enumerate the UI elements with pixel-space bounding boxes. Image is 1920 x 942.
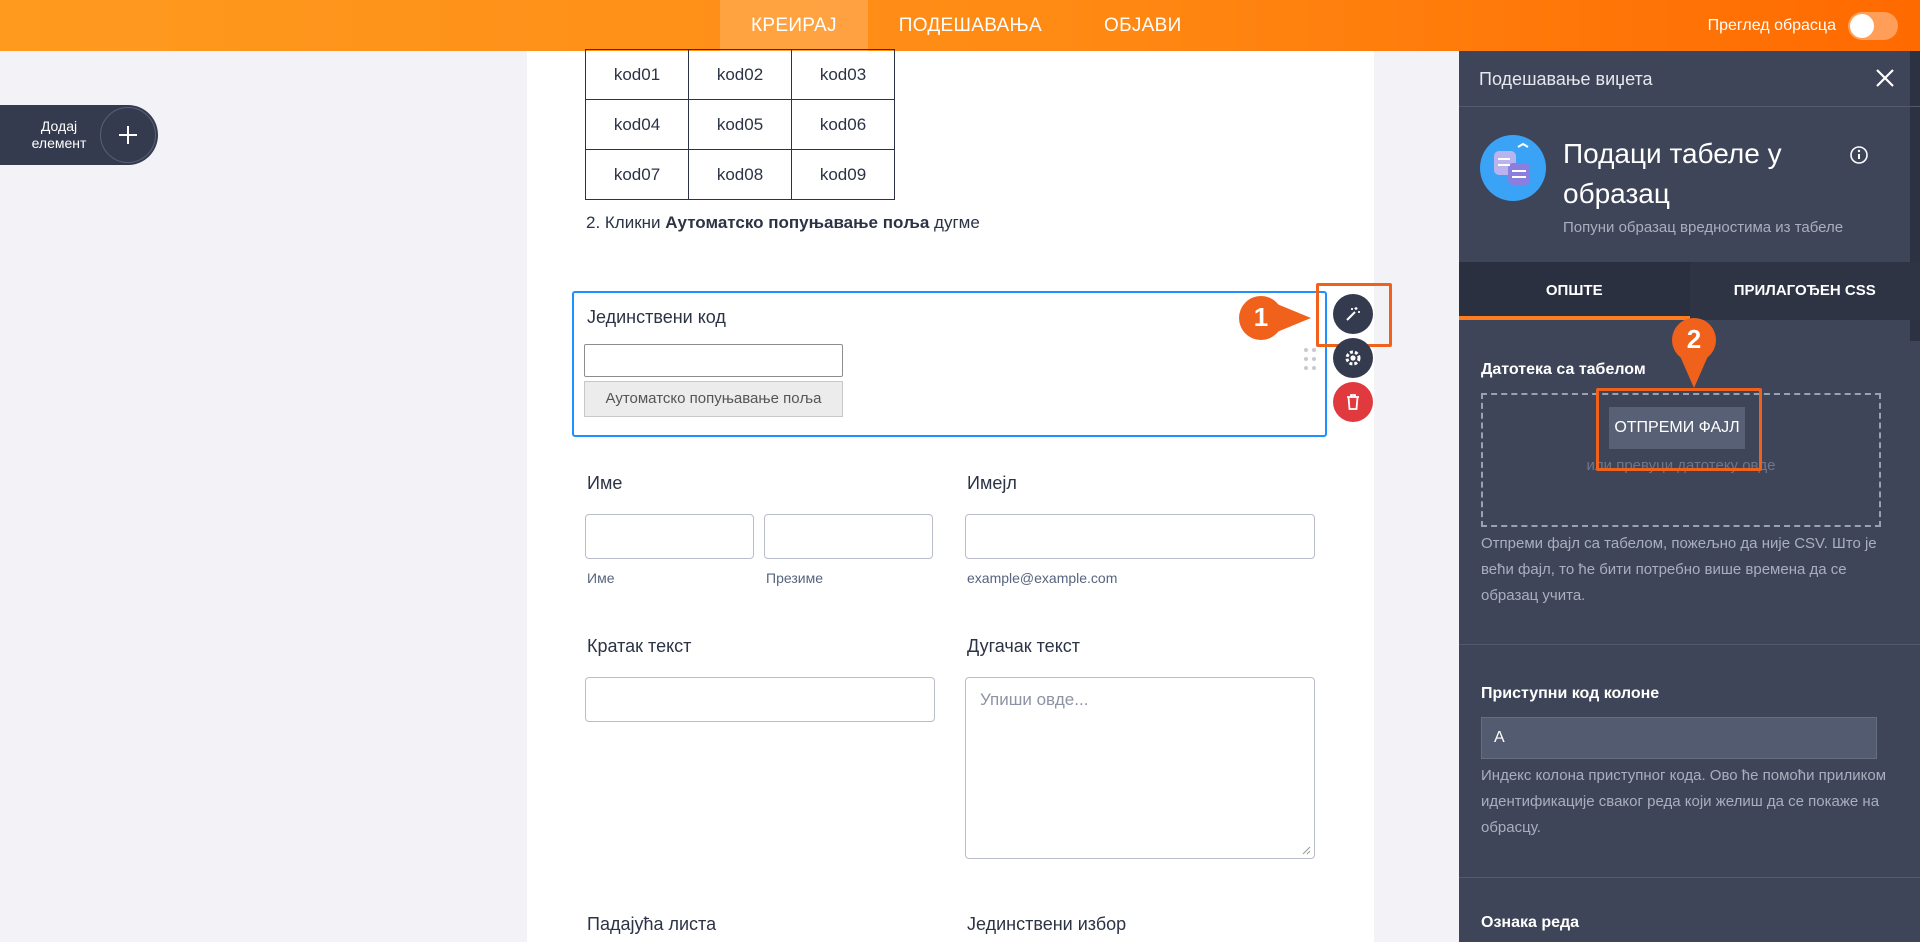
short-text-label: Кратак текст <box>587 636 692 656</box>
form-canvas: kod01 kod02 kod03 kod04 kod05 kod06 kod0… <box>527 49 1392 942</box>
table-cell: kod08 <box>688 149 792 200</box>
add-element-button[interactable]: Додај елемент <box>0 105 158 165</box>
widget-subtitle: Попуни образац вредностима из табеле <box>1563 219 1844 236</box>
file-help-text: Отпреми фајл са табелом, пожељно да није… <box>1481 535 1877 604</box>
autofill-button[interactable]: Аутоматско попуњавање поља <box>584 381 843 417</box>
widget-settings-panel: Подешавање виџета Подаци табеле у образа… <box>1459 51 1920 942</box>
table-cell: kod09 <box>791 149 895 200</box>
long-text-placeholder: Упиши овде... <box>980 690 1089 709</box>
step-2-highlight <box>1596 388 1762 471</box>
table-cell: kod07 <box>585 149 689 200</box>
step-2-number: 2 <box>1686 324 1702 354</box>
widget-icon <box>1480 135 1546 201</box>
wand-button[interactable] <box>1333 294 1373 334</box>
magic-wand-icon <box>1346 307 1360 321</box>
first-name-sublabel: Име <box>587 570 615 586</box>
tab-publish[interactable]: ОБЈАВИ <box>1073 0 1213 51</box>
tab-create[interactable]: КРЕИРАЈ <box>720 0 868 51</box>
field-settings-button[interactable] <box>1333 338 1373 378</box>
form-preview-switch: Преглед обрасца <box>1708 0 1898 51</box>
top-navigation-bar: КРЕИРАЈ ПОДЕШАВАЊА ОБЈАВИ Преглед обрасц… <box>0 0 1920 51</box>
panel-tabs: ОПШТЕ ПРИЛАГОЂЕН CSS <box>1459 262 1920 320</box>
delete-field-button[interactable] <box>1333 382 1373 422</box>
resize-grip-icon[interactable] <box>1301 845 1311 855</box>
tab-general[interactable]: ОПШТЕ <box>1459 262 1690 320</box>
gear-icon <box>1345 350 1361 366</box>
table-cell: kod04 <box>585 99 689 150</box>
last-name-sublabel: Презиме <box>766 570 823 586</box>
table-cell: kod05 <box>688 99 792 150</box>
file-section-label: Датотека са табелом <box>1481 361 1646 378</box>
instruction-bold: Аутоматско попуњавање поља <box>665 213 930 232</box>
access-code-input[interactable]: A <box>1481 717 1877 759</box>
email-input[interactable] <box>965 514 1315 559</box>
panel-title: Подешавање виџета <box>1479 69 1653 89</box>
section-divider <box>1459 644 1920 645</box>
unique-code-label: Јединствени код <box>587 307 726 327</box>
panel-header: Подешавање виџета <box>1459 51 1920 107</box>
table-cell: kod02 <box>688 49 792 100</box>
builder-tabs: КРЕИРАЈ ПОДЕШАВАЊА ОБЈАВИ <box>720 0 1213 51</box>
close-icon[interactable] <box>1874 67 1896 89</box>
instruction-suffix: дугме <box>929 213 980 232</box>
row-label-section: Ознака реда <box>1481 914 1580 931</box>
table-data-icon <box>1494 142 1530 185</box>
table-cell: kod01 <box>585 49 689 100</box>
dropdown-label: Падајућа листа <box>587 914 717 934</box>
short-text-input[interactable] <box>585 677 935 722</box>
email-label: Имејл <box>967 473 1017 493</box>
section-divider <box>1459 877 1920 878</box>
toggle-knob <box>1850 13 1874 38</box>
access-code-help-text: Индекс колона приступног кода. Ово ће по… <box>1481 767 1886 836</box>
drag-handle-icon[interactable] <box>1304 348 1318 374</box>
last-name-input[interactable] <box>764 514 933 559</box>
preview-label: Преглед обрасца <box>1707 16 1836 34</box>
widget-title: Подаци табеле у образац <box>1563 138 1782 209</box>
table-row: kod07 kod08 kod09 <box>585 149 895 200</box>
long-text-label: Дугачак текст <box>967 636 1081 656</box>
trash-icon <box>1347 394 1359 410</box>
table-row: kod04 kod05 kod06 <box>585 99 895 150</box>
tab-custom-css[interactable]: ПРИЛАГОЂЕН CSS <box>1690 262 1920 320</box>
info-icon[interactable] <box>1849 145 1869 165</box>
add-element-label: Додај елемент <box>31 118 87 151</box>
first-name-input[interactable] <box>585 514 754 559</box>
access-code-label: Приступни код колоне <box>1481 685 1660 702</box>
single-choice-label: Јединствени избор <box>967 914 1127 934</box>
instruction-prefix: 2. Кликни <box>586 213 666 232</box>
tab-settings[interactable]: ПОДЕШАВАЊА <box>868 0 1073 51</box>
table-cell: kod06 <box>791 99 895 150</box>
table-row: kod01 kod02 kod03 <box>585 49 895 100</box>
table-cell: kod03 <box>791 49 895 100</box>
long-text-textarea[interactable]: Упиши овде... <box>965 677 1315 859</box>
codes-table: kod01 kod02 kod03 kod04 kod05 kod06 kod0… <box>585 49 895 200</box>
step-1-number: 1 <box>1253 302 1269 332</box>
name-label: Име <box>587 473 623 493</box>
plus-icon <box>100 107 156 163</box>
unique-code-input[interactable] <box>584 344 843 377</box>
instruction-text: 2. Кликни Аутоматско попуњавање поља дуг… <box>586 213 980 233</box>
email-sublabel: example@example.com <box>967 570 1118 586</box>
preview-toggle[interactable] <box>1848 11 1898 40</box>
